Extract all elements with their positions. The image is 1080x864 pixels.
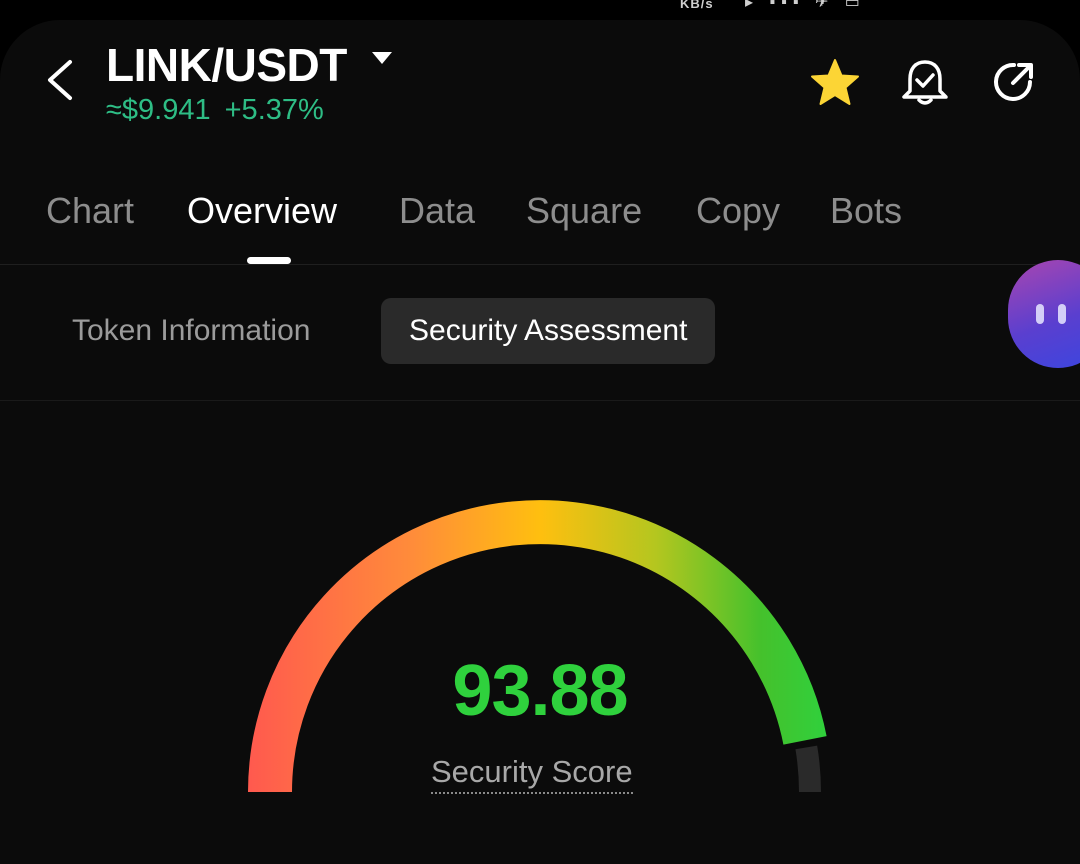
main-panel <box>0 20 1080 864</box>
bubble-eye-icon <box>1036 304 1044 324</box>
subtab-security-assessment[interactable]: Security Assessment <box>381 298 716 364</box>
back-arrow-icon[interactable] <box>40 58 84 102</box>
share-icon[interactable] <box>986 56 1040 110</box>
network-speed: KB/s <box>680 0 714 11</box>
tab-data[interactable]: Data <box>399 190 475 232</box>
active-tab-indicator <box>247 257 291 264</box>
caret-down-icon[interactable] <box>372 52 392 66</box>
tabs-divider <box>0 264 1080 265</box>
price-row: ≈$9.941 +5.37% <box>106 94 324 127</box>
tab-copy[interactable]: Copy <box>696 190 780 232</box>
status-icons: ▸ ▪▪▪ ✈ ▭ <box>745 0 866 11</box>
alarm-bell-icon[interactable] <box>898 56 952 110</box>
status-bar: KB/s ▸ ▪▪▪ ✈ ▭ <box>0 0 1080 20</box>
tab-square[interactable]: Square <box>526 190 642 232</box>
price-value: ≈$9.941 <box>106 94 211 126</box>
tab-chart[interactable]: Chart <box>46 190 134 232</box>
tab-bots[interactable]: Bots <box>830 190 902 232</box>
subtab-token-information[interactable]: Token Information <box>72 298 310 364</box>
price-change: +5.37% <box>224 94 324 126</box>
security-score-value: 93.88 <box>452 651 628 731</box>
subtabs-divider <box>0 400 1080 401</box>
security-score-label[interactable]: Security Score <box>431 754 633 794</box>
star-icon[interactable] <box>808 56 862 110</box>
pair-title[interactable]: LINK/USDT <box>106 38 347 92</box>
tab-overview[interactable]: Overview <box>187 190 337 232</box>
bubble-eye-icon <box>1058 304 1066 324</box>
